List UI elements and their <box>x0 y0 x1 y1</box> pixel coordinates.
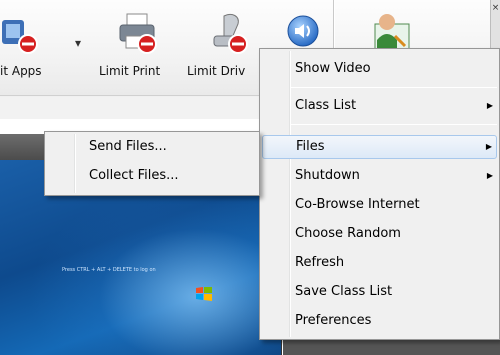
submenu-arrow-icon: ▶ <box>486 101 493 110</box>
printer-blocked-icon[interactable] <box>116 12 160 59</box>
menu-item-collect-files[interactable]: Collect Files... <box>47 164 257 188</box>
menu-item-label: Save Class List <box>295 284 393 299</box>
menu-item-send-files[interactable]: Send Files... <box>47 135 257 159</box>
menu-item-label: Preferences <box>295 313 372 328</box>
menu-item-label: Show Video <box>295 61 371 76</box>
menu-separator <box>291 87 497 88</box>
menu-item-show-video[interactable]: Show Video <box>262 57 497 81</box>
context-menu: Show Video Class List ▶ Files ▶ Shutdown… <box>259 48 500 340</box>
files-submenu: Send Files... Collect Files... <box>44 131 260 196</box>
limit-print-label[interactable]: Limit Print <box>99 64 160 78</box>
menu-item-label: Co-Browse Internet <box>295 197 420 212</box>
submenu-arrow-icon: ▶ <box>486 171 493 180</box>
menu-item-label: Choose Random <box>295 226 401 241</box>
limit-apps-icon[interactable] <box>2 14 42 57</box>
limit-drives-label[interactable]: Limit Driv <box>187 64 245 78</box>
chevron-down-icon[interactable]: ▾ <box>75 36 81 50</box>
speaker-icon[interactable] <box>286 14 320 51</box>
menu-item-class-list[interactable]: Class List ▶ <box>262 94 497 118</box>
limit-apps-label[interactable]: it Apps <box>0 64 42 78</box>
menu-item-shutdown[interactable]: Shutdown ▶ <box>262 164 497 188</box>
menu-item-label: Send Files... <box>89 139 167 154</box>
menu-item-refresh[interactable]: Refresh <box>262 251 497 275</box>
menu-separator <box>291 124 497 125</box>
logon-caption: Press CTRL + ALT + DELETE to log on <box>62 267 156 273</box>
menu-item-files[interactable]: Files ▶ <box>262 135 497 159</box>
menu-item-label: Class List <box>295 98 357 113</box>
menu-item-choose-random[interactable]: Choose Random <box>262 222 497 246</box>
submenu-arrow-icon: ▶ <box>485 142 492 151</box>
drive-blocked-icon[interactable] <box>206 12 252 59</box>
menu-item-label: Refresh <box>295 255 345 270</box>
menu-item-label: Files <box>296 139 325 154</box>
menu-item-preferences[interactable]: Preferences <box>262 309 497 333</box>
menu-item-co-browse-internet[interactable]: Co-Browse Internet <box>262 193 497 217</box>
menu-item-label: Shutdown <box>295 168 360 183</box>
menu-item-label: Collect Files... <box>89 168 179 183</box>
windows-logo-icon <box>196 286 212 304</box>
menu-item-save-class-list[interactable]: Save Class List <box>262 280 497 304</box>
